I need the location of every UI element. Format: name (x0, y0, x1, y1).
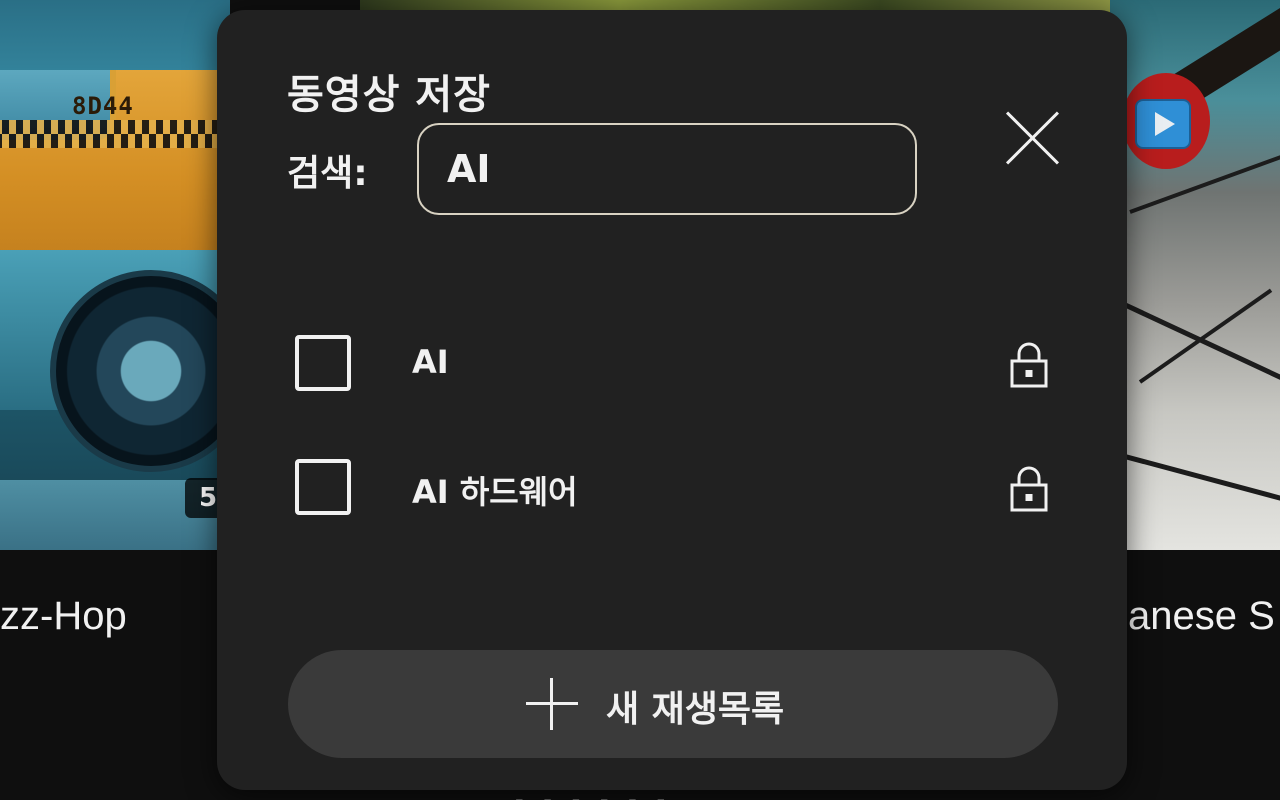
plus-icon (526, 678, 578, 730)
playlist-label: AI 하드웨어 (412, 473, 578, 511)
playlist-item[interactable]: AI (277, 321, 1077, 411)
search-label: 검색: (287, 153, 368, 194)
playlist-checkbox[interactable] (295, 335, 351, 391)
checker-stripe (0, 120, 230, 148)
playlist-checkbox[interactable] (295, 459, 351, 515)
lock-icon (1010, 342, 1048, 388)
playlist-search-input[interactable] (417, 123, 917, 215)
illustration-line (1138, 288, 1273, 384)
save-video-dialog: 동영상 저장 검색: AI AI 하드웨어 새 (217, 10, 1127, 790)
dialog-title: 동영상 저장 (287, 72, 491, 118)
playlist-item[interactable]: AI 하드웨어 (277, 445, 1077, 535)
video-title-left[interactable]: zz-Hop (0, 594, 127, 639)
channel-play-icon (1122, 73, 1210, 169)
close-button[interactable] (1001, 106, 1065, 170)
playlist-label: AI (412, 343, 449, 381)
video-title-right[interactable]: anese S (1128, 594, 1275, 639)
new-playlist-label: 새 재생목록 (606, 689, 785, 730)
video-thumbnail-left[interactable]: 8D44 5 (0, 0, 230, 550)
illustration-line (1110, 450, 1280, 505)
taxi-wheel (50, 270, 230, 472)
screen: 8D44 5 zz-Hop anese S - - - - - - 동영상 저장… (0, 0, 1280, 800)
new-playlist-button[interactable]: 새 재생목록 (288, 650, 1058, 758)
lock-icon (1010, 466, 1048, 512)
taxi-plate-text: 8D44 (72, 92, 134, 120)
